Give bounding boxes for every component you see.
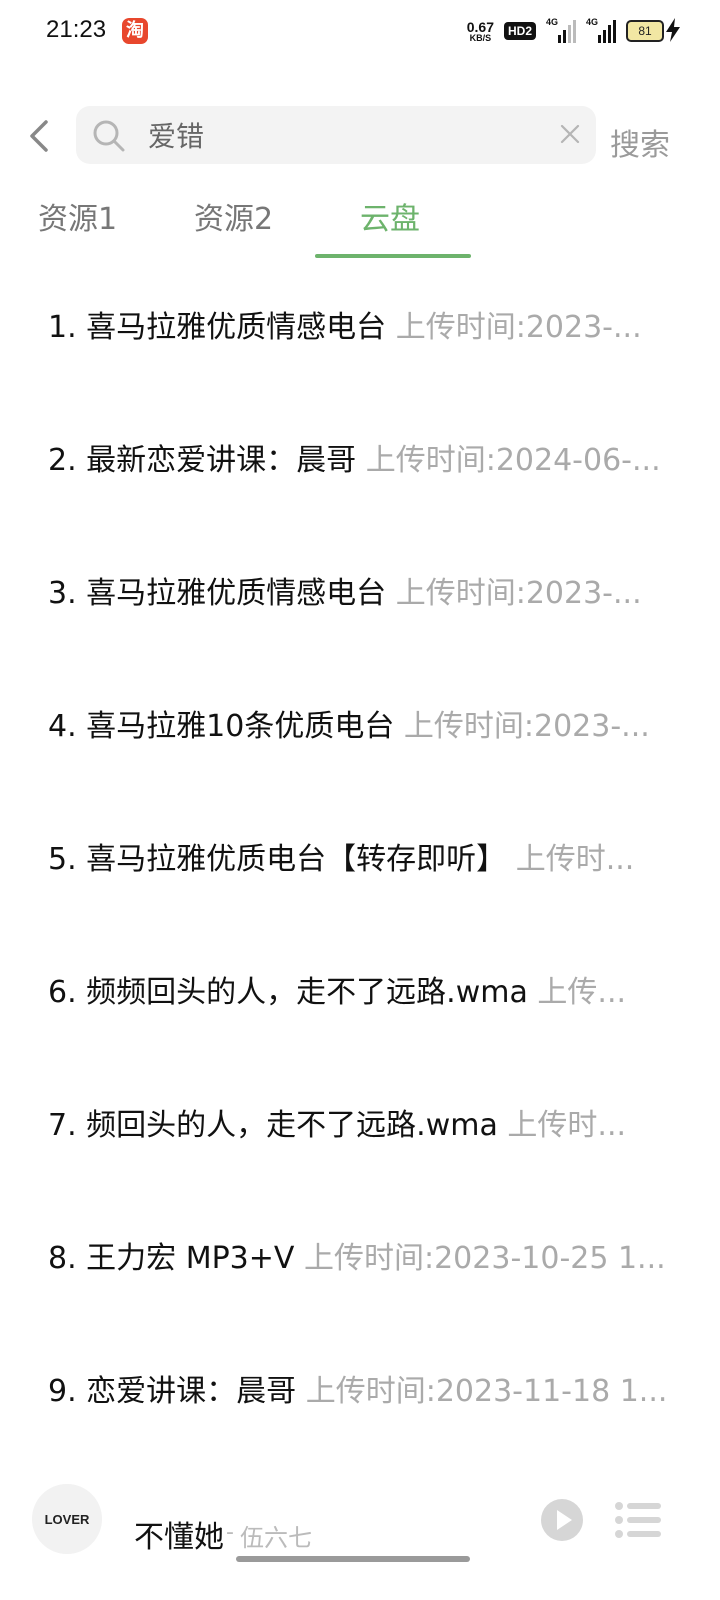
item-upload-time: 上传时间:2023-... bbox=[403, 709, 650, 744]
item-number: 9. bbox=[48, 1374, 77, 1409]
network-speed-value: 0.67 bbox=[466, 18, 494, 35]
list-item[interactable]: 5. 喜马拉雅优质电台【转存即听】 上传时... bbox=[48, 830, 670, 890]
signal-bar bbox=[573, 20, 576, 43]
item-title: 恋爱讲课：晨哥 bbox=[86, 1374, 297, 1409]
active-tab-indicator bbox=[315, 254, 471, 258]
item-upload-time: 上传时... bbox=[515, 842, 635, 877]
tab-cloud-drive[interactable]: 云盘 bbox=[360, 194, 420, 238]
item-number: 6. bbox=[48, 975, 77, 1010]
playlist-icon[interactable] bbox=[614, 1500, 662, 1540]
signal-bar bbox=[563, 30, 566, 43]
album-art[interactable]: LOVER bbox=[32, 1484, 102, 1554]
status-indicators: 0.67 KB/S HD2 4G 4G 81 bbox=[467, 16, 664, 46]
home-indicator[interactable] bbox=[236, 1556, 470, 1562]
list-item[interactable]: 4. 喜马拉雅10条优质电台 上传时间:2023-... bbox=[48, 697, 670, 757]
item-upload-time: 上传时间:2023-... bbox=[395, 310, 642, 345]
item-upload-time: 上传... bbox=[537, 975, 627, 1010]
signal-bar bbox=[608, 25, 611, 43]
battery-icon: 81 bbox=[626, 20, 664, 42]
search-icon bbox=[93, 120, 125, 152]
search-button[interactable]: 搜索 bbox=[610, 120, 670, 164]
item-upload-time: 上传时间:2024-06-... bbox=[365, 443, 661, 478]
item-number: 8. bbox=[48, 1241, 77, 1276]
item-title: 喜马拉雅优质情感电台 bbox=[86, 310, 387, 345]
signal-strength-icon: 4G bbox=[586, 17, 616, 43]
item-number: 5. bbox=[48, 842, 77, 877]
list-item[interactable]: 7. 频回头的人，走不了远路.wma 上传时... bbox=[48, 1096, 670, 1156]
signal-bar bbox=[558, 35, 561, 43]
song-separator: - bbox=[226, 1520, 234, 1545]
item-title: 最新恋爱讲课：晨哥 bbox=[86, 443, 357, 478]
album-logo-text: LOVER bbox=[45, 1512, 90, 1527]
charging-icon bbox=[666, 18, 680, 42]
list-item[interactable]: 2. 最新恋爱讲课：晨哥 上传时间:2024-06-... bbox=[48, 431, 670, 491]
item-upload-time: 上传时间:2023-11-18 1... bbox=[305, 1374, 668, 1409]
list-item[interactable]: 9. 恋爱讲课：晨哥 上传时间:2023-11-18 1... bbox=[48, 1362, 670, 1422]
item-title: 王力宏 MP3+V bbox=[86, 1241, 295, 1276]
clear-icon[interactable] bbox=[558, 122, 582, 146]
item-title: 频频回头的人，走不了远路.wma bbox=[86, 975, 528, 1010]
signal-network-label: 4G bbox=[586, 17, 599, 27]
song-artist: 伍六七 bbox=[240, 1524, 312, 1552]
item-number: 1. bbox=[48, 310, 77, 345]
search-input[interactable] bbox=[148, 114, 528, 156]
item-title: 喜马拉雅优质情感电台 bbox=[86, 576, 387, 611]
item-number: 4. bbox=[48, 709, 77, 744]
item-title: 喜马拉雅优质电台【转存即听】 bbox=[86, 842, 507, 877]
list-item[interactable]: 8. 王力宏 MP3+V 上传时间:2023-10-25 1... bbox=[48, 1229, 670, 1289]
song-title: 不懂她 bbox=[134, 1520, 224, 1555]
signal-bar bbox=[613, 20, 616, 43]
item-number: 7. bbox=[48, 1108, 77, 1143]
signal-bar bbox=[598, 35, 601, 43]
mini-player[interactable]: LOVER 不懂她 - 伍六七 bbox=[0, 1476, 720, 1586]
item-upload-time: 上传时间:2023-... bbox=[395, 576, 642, 611]
status-time: 21:23 bbox=[46, 16, 107, 43]
item-title: 频回头的人，走不了远路.wma bbox=[86, 1108, 498, 1143]
item-number: 3. bbox=[48, 576, 77, 611]
network-speed-unit: KB/S bbox=[469, 32, 492, 43]
search-results-screen: 21:23 淘 0.67 KB/S HD2 4G 4G 81 爱错 搜索 资源1… bbox=[0, 0, 720, 1600]
back-icon[interactable] bbox=[22, 116, 58, 156]
search-box[interactable] bbox=[76, 106, 596, 164]
album-logo-image: LOVER bbox=[32, 1484, 102, 1554]
item-upload-time: 上传时间:2023-10-25 1... bbox=[303, 1241, 666, 1276]
signal-strength-icon: 4G bbox=[546, 17, 576, 43]
play-icon[interactable] bbox=[540, 1498, 584, 1542]
signal-network-label: 4G bbox=[546, 17, 559, 27]
list-item[interactable]: 1. 喜马拉雅优质情感电台 上传时间:2023-... bbox=[48, 298, 670, 358]
signal-bar bbox=[568, 25, 571, 43]
item-title: 喜马拉雅10条优质电台 bbox=[86, 709, 395, 744]
taobao-notification-icon: 淘 bbox=[122, 18, 148, 44]
status-bar: 21:23 淘 0.67 KB/S HD2 4G 4G 81 bbox=[0, 0, 720, 62]
item-number: 2. bbox=[48, 443, 77, 478]
list-item[interactable]: 6. 频频回头的人，走不了远路.wma 上传... bbox=[48, 963, 670, 1023]
signal-bar bbox=[603, 30, 606, 43]
tab-resource-2[interactable]: 资源2 bbox=[194, 194, 273, 238]
tab-resource-1[interactable]: 资源1 bbox=[38, 194, 117, 238]
network-speed: 0.67 KB/S bbox=[467, 20, 494, 43]
list-item[interactable]: 3. 喜马拉雅优质情感电台 上传时间:2023-... bbox=[48, 564, 670, 624]
item-upload-time: 上传时... bbox=[507, 1108, 627, 1143]
source-tabs: 资源1 资源2 云盘 bbox=[0, 186, 720, 262]
hd-voice-icon: HD2 bbox=[503, 22, 536, 40]
